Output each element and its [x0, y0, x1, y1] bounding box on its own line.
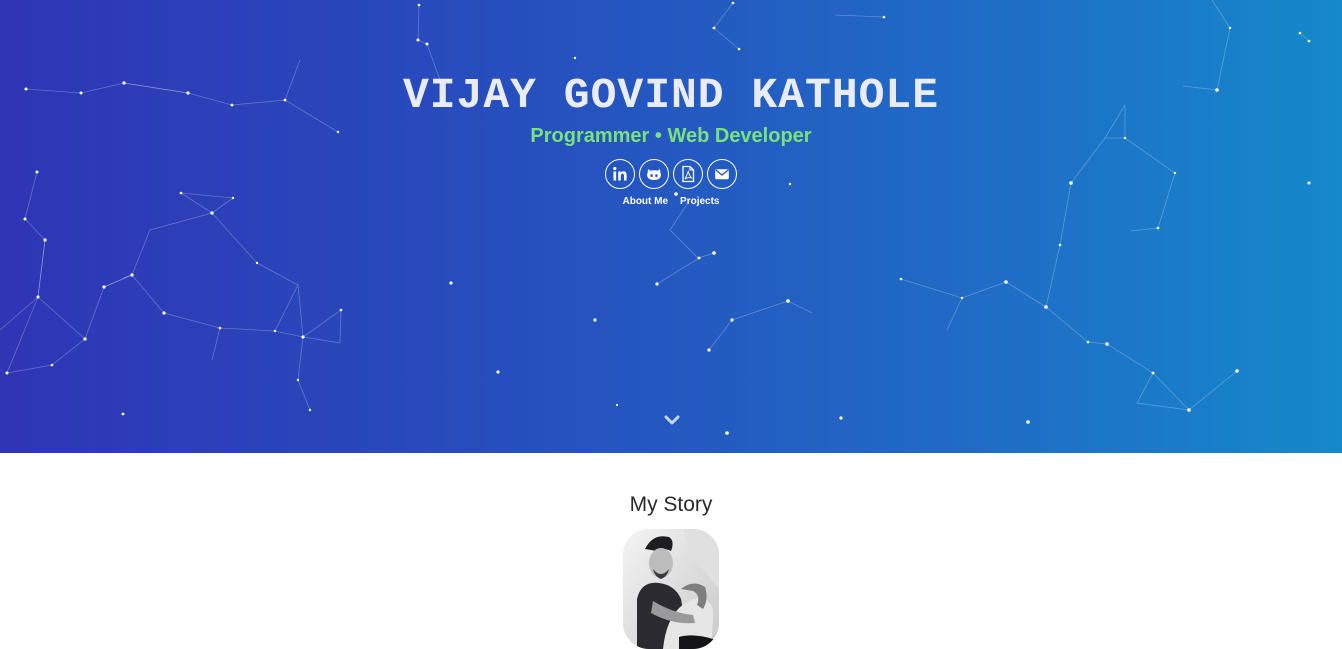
- email-button[interactable]: [707, 159, 737, 189]
- particle-network-background: [0, 0, 1311, 435]
- section-title: My Story: [629, 493, 713, 516]
- hero-subtitle: Programmer • Web Developer: [530, 125, 812, 147]
- linkedin-button[interactable]: [605, 159, 635, 189]
- github-button[interactable]: [639, 159, 669, 189]
- social-links: [0, 159, 1342, 189]
- github-icon: [647, 169, 661, 180]
- envelope-icon: [715, 169, 729, 180]
- hero-nav: About Me Projects: [0, 196, 1342, 207]
- nav-projects[interactable]: Projects: [680, 196, 719, 207]
- avatar: [623, 529, 719, 649]
- hero-section: VIJAY GOVIND KATHOLE Programmer • Web De…: [0, 0, 1342, 453]
- pdf-icon: [682, 165, 695, 183]
- hero-title: VIJAY GOVIND KATHOLE: [402, 71, 940, 120]
- resume-pdf-button[interactable]: [673, 159, 703, 189]
- nav-about-me[interactable]: About Me: [622, 196, 668, 207]
- my-story-section: My Story: [0, 453, 1342, 649]
- hero-content: VIJAY GOVIND KATHOLE Programmer • Web De…: [0, 71, 1342, 208]
- chevron-down-icon[interactable]: [664, 414, 680, 426]
- linkedin-icon: [613, 166, 627, 181]
- profile-photo: [623, 529, 719, 649]
